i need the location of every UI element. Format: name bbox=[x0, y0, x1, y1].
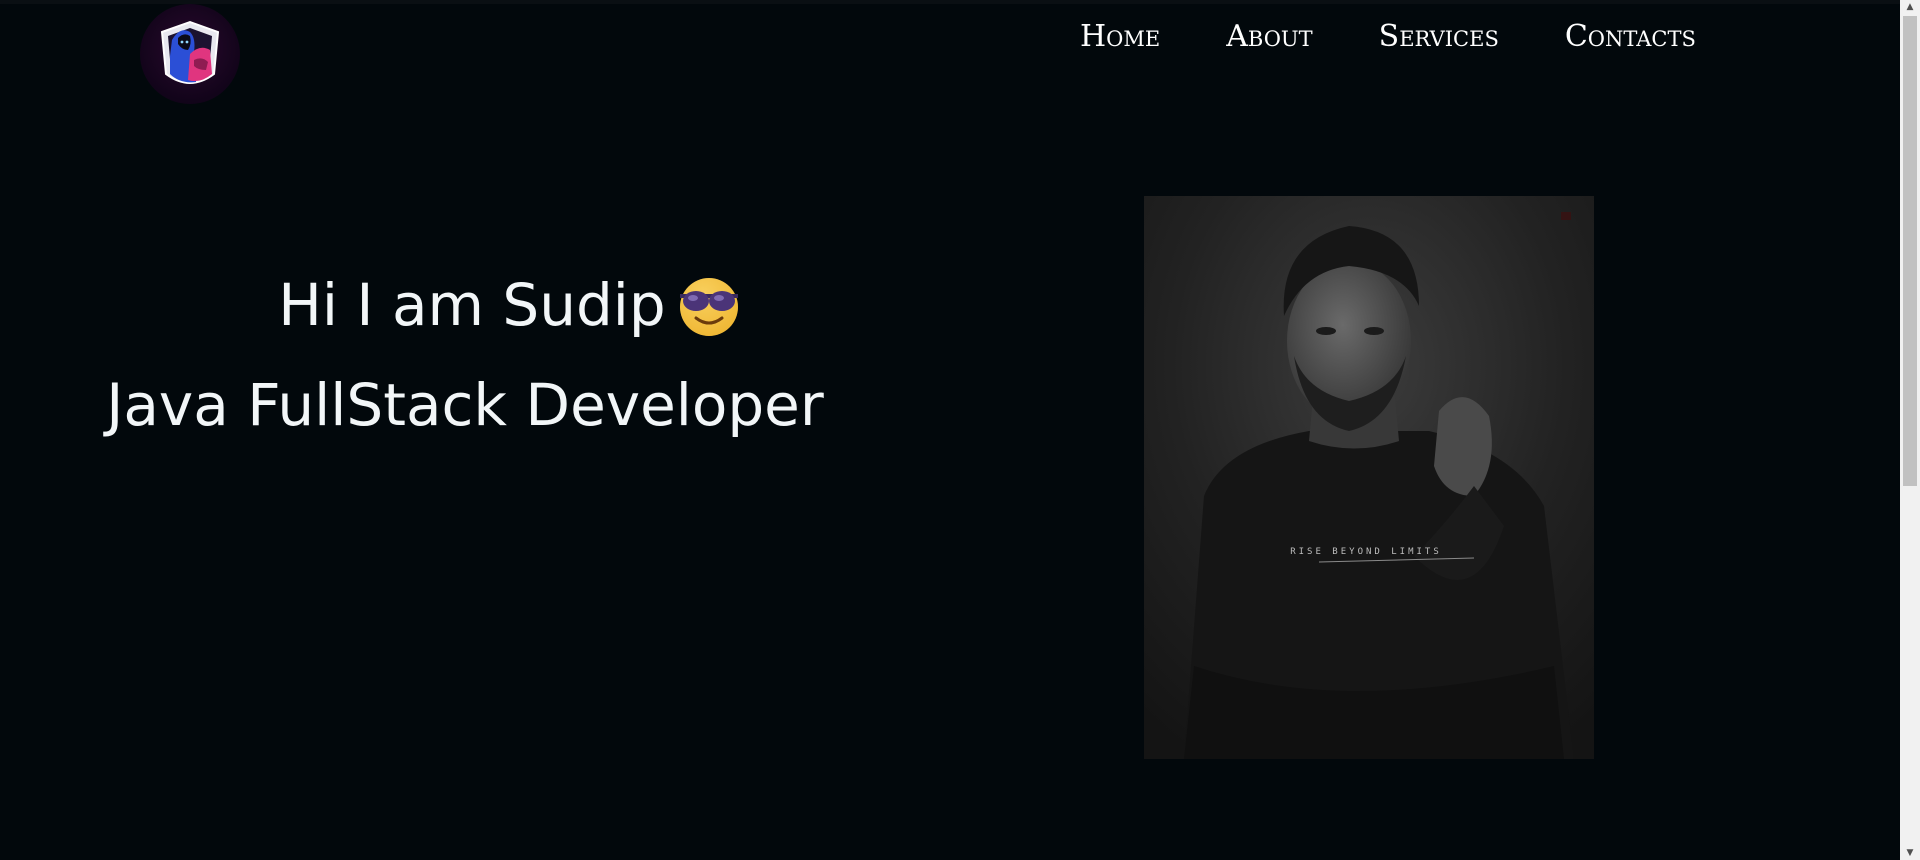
nav-home-link[interactable]: Home bbox=[1080, 12, 1160, 62]
person-portrait-image: RISE BEYOND LIMITS bbox=[1144, 196, 1594, 759]
smiling-face-with-sunglasses-icon bbox=[676, 272, 742, 338]
shirt-text: RISE BEYOND LIMITS bbox=[1290, 547, 1442, 557]
vertical-scrollbar[interactable]: ▲ ▼ bbox=[1900, 0, 1920, 860]
hero-greeting: Hi I am Sudip bbox=[278, 271, 666, 339]
profile-photo: RISE BEYOND LIMITS bbox=[1144, 196, 1594, 759]
hooded-hacker-logo-icon bbox=[160, 20, 220, 84]
page: Home About Services Contacts Hi I am Sud… bbox=[0, 0, 1920, 860]
main-nav: Home About Services Contacts bbox=[1080, 12, 1696, 62]
hero-title: Java FullStack Developer bbox=[106, 371, 824, 439]
nav-about-link[interactable]: About bbox=[1226, 12, 1312, 62]
nav-services-link[interactable]: Services bbox=[1379, 12, 1499, 62]
site-logo[interactable] bbox=[140, 4, 240, 104]
scroll-down-arrow-icon[interactable]: ▼ bbox=[1900, 846, 1920, 860]
hero-section: Hi I am Sudip Java FullStack Developer bbox=[106, 255, 940, 455]
top-border bbox=[0, 0, 1900, 4]
scrollbar-thumb[interactable] bbox=[1903, 16, 1917, 486]
hero-greeting-line: Hi I am Sudip bbox=[80, 255, 940, 355]
scroll-up-arrow-icon[interactable]: ▲ bbox=[1900, 0, 1920, 14]
nav-contacts-link[interactable]: Contacts bbox=[1565, 12, 1696, 62]
